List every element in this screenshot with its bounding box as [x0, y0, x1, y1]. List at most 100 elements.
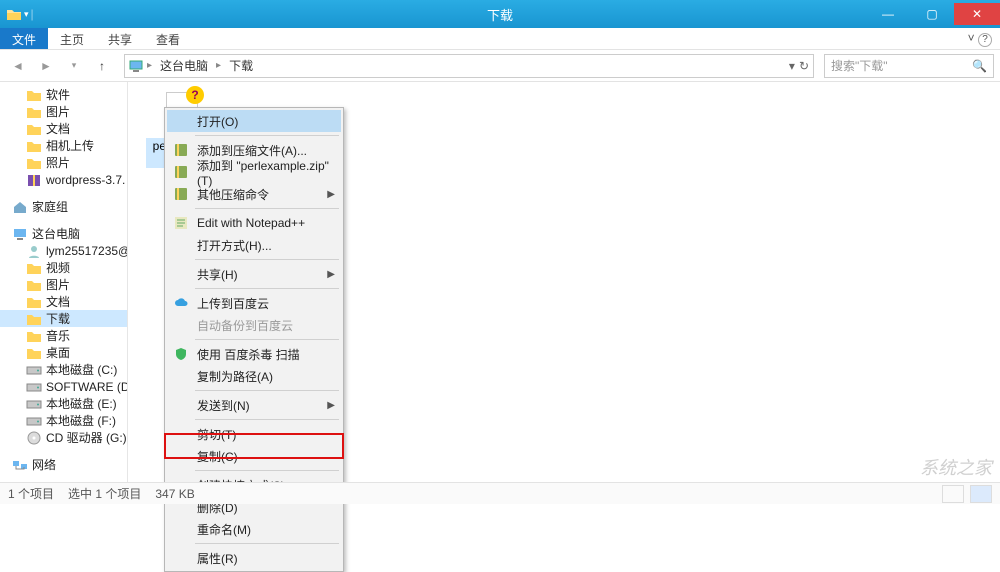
- folder-icon: [26, 278, 42, 292]
- menu-separator: [195, 339, 339, 340]
- tab-file[interactable]: 文件: [0, 28, 48, 49]
- crumb-root[interactable]: 这台电脑: [156, 55, 212, 76]
- menu-item[interactable]: 复制为路径(A): [167, 365, 341, 387]
- sidebar-item[interactable]: 相机上传: [0, 137, 127, 154]
- crumb-current[interactable]: 下载: [225, 55, 257, 76]
- sidebar-item[interactable]: 音乐: [0, 327, 127, 344]
- sidebar-thispc[interactable]: 这台电脑: [0, 225, 127, 242]
- drive-icon: [26, 380, 42, 394]
- sidebar-homegroup[interactable]: 家庭组: [0, 198, 127, 215]
- sidebar-item-label: SOFTWARE (D:): [46, 380, 128, 394]
- folder-icon: [26, 88, 42, 102]
- dropdown-icon[interactable]: ▾: [24, 9, 29, 20]
- sidebar-item[interactable]: 桌面: [0, 344, 127, 361]
- menu-item-label: 复制为路径(A): [197, 368, 273, 385]
- sidebar-item[interactable]: lym25517235@: [0, 242, 127, 259]
- back-button[interactable]: ◄: [6, 54, 30, 78]
- sidebar-item[interactable]: 图片: [0, 276, 127, 293]
- view-details-button[interactable]: [942, 485, 964, 503]
- sidebar-item[interactable]: SOFTWARE (D:): [0, 378, 127, 395]
- menu-item[interactable]: 上传到百度云: [167, 292, 341, 314]
- close-button[interactable]: ✕: [954, 3, 1000, 25]
- search-input[interactable]: 搜索"下载" 🔍: [824, 54, 994, 78]
- dropdown-icon[interactable]: ▾: [789, 59, 795, 73]
- window-titlebar: ▾ | 下载 — ▢ ✕: [0, 0, 1000, 28]
- tab-view[interactable]: 查看: [144, 28, 192, 49]
- sidebar-item[interactable]: 软件: [0, 86, 127, 103]
- rar-icon: [173, 142, 189, 158]
- menu-separator: [195, 135, 339, 136]
- menu-item[interactable]: 剪切(T): [167, 423, 341, 445]
- menu-separator: [195, 543, 339, 544]
- sidebar-item[interactable]: 视频: [0, 259, 127, 276]
- menu-item[interactable]: 打开方式(H)...: [167, 234, 341, 256]
- sidebar-item[interactable]: CD 驱动器 (G:): [0, 429, 127, 446]
- forward-button[interactable]: ►: [34, 54, 58, 78]
- tab-home[interactable]: 主页: [48, 28, 96, 49]
- sidebar-item[interactable]: 文档: [0, 120, 127, 137]
- sidebar-item[interactable]: 照片: [0, 154, 127, 171]
- menu-item-label: 其他压缩命令: [197, 186, 269, 203]
- menu-item[interactable]: 使用 百度杀毒 扫描: [167, 343, 341, 365]
- sidebar-item-label: 音乐: [46, 327, 70, 344]
- menu-item[interactable]: 添加到 "perlexample.zip"(T): [167, 161, 341, 183]
- minimize-button[interactable]: —: [866, 3, 910, 25]
- sidebar-item[interactable]: 本地磁盘 (E:): [0, 395, 127, 412]
- sidebar-item-label: 下载: [46, 310, 70, 327]
- menu-separator: [195, 390, 339, 391]
- menu-item-label: 共享(H): [197, 266, 238, 283]
- menu-item-label: 上传到百度云: [197, 295, 269, 312]
- sidebar-item[interactable]: 下载: [0, 310, 127, 327]
- view-icons-button[interactable]: [970, 485, 992, 503]
- pc-icon: [12, 227, 28, 241]
- submenu-arrow-icon: ▶: [327, 269, 341, 280]
- sidebar-item[interactable]: wordpress-3.7.: [0, 171, 127, 188]
- sidebar-network[interactable]: 网络: [0, 456, 127, 473]
- sidebar-item[interactable]: 本地磁盘 (C:): [0, 361, 127, 378]
- sidebar-item[interactable]: 本地磁盘 (F:): [0, 412, 127, 429]
- menu-item-label: 打开方式(H)...: [197, 237, 272, 254]
- refresh-icon[interactable]: ↻: [799, 59, 809, 73]
- folder-icon: [26, 105, 42, 119]
- sidebar-item-label: 本地磁盘 (C:): [46, 361, 117, 378]
- menu-item[interactable]: 属性(R): [167, 547, 341, 569]
- menu-item[interactable]: 其他压缩命令 ▶: [167, 183, 341, 205]
- user-icon: [26, 244, 42, 258]
- sidebar-item[interactable]: 文档: [0, 293, 127, 310]
- menu-item[interactable]: 发送到(N)▶: [167, 394, 341, 416]
- folder-icon: [26, 156, 42, 170]
- sidebar-item-label: CD 驱动器 (G:): [46, 429, 127, 446]
- menu-item[interactable]: 共享(H) ▶: [167, 263, 341, 285]
- ribbon-expand-icon[interactable]: ˅ ?: [960, 28, 1000, 49]
- menu-item: 自动备份到百度云: [167, 314, 341, 336]
- folder-icon: [26, 139, 42, 153]
- sidebar-item-label: 本地磁盘 (F:): [46, 412, 116, 429]
- sidebar-item[interactable]: 图片: [0, 103, 127, 120]
- menu-item[interactable]: 重命名(M): [167, 518, 341, 540]
- chevron-right-icon[interactable]: ▸: [147, 60, 152, 71]
- homegroup-icon: [12, 200, 28, 214]
- cloud-icon: [173, 295, 189, 311]
- address-bar[interactable]: ▸ 这台电脑 ▸ 下载 ▾ ↻: [124, 54, 814, 78]
- ribbon-tabs: 文件 主页 共享 查看 ˅ ?: [0, 28, 1000, 50]
- rar-icon: [173, 186, 189, 202]
- sidebar-item-label: 文档: [46, 293, 70, 310]
- submenu-arrow-icon: ▶: [327, 189, 341, 200]
- status-size: 347 KB: [155, 487, 194, 501]
- maximize-button[interactable]: ▢: [910, 3, 954, 25]
- recent-dropdown[interactable]: ▾: [62, 54, 86, 78]
- sidebar-item-label: 照片: [46, 154, 70, 171]
- menu-item[interactable]: 打开(O): [167, 110, 341, 132]
- menu-item[interactable]: 复制(C): [167, 445, 341, 467]
- folder-icon: [6, 7, 22, 21]
- menu-item[interactable]: Edit with Notepad++: [167, 212, 341, 234]
- sidebar-item-label: 软件: [46, 86, 70, 103]
- tab-share[interactable]: 共享: [96, 28, 144, 49]
- menu-separator: [195, 419, 339, 420]
- up-button[interactable]: ↑: [90, 54, 114, 78]
- sidebar-item-label: 文档: [46, 120, 70, 137]
- menu-item-label: 重命名(M): [197, 521, 251, 538]
- chevron-right-icon[interactable]: ▸: [216, 60, 221, 71]
- menu-separator: [195, 288, 339, 289]
- sidebar-item-label: 桌面: [46, 344, 70, 361]
